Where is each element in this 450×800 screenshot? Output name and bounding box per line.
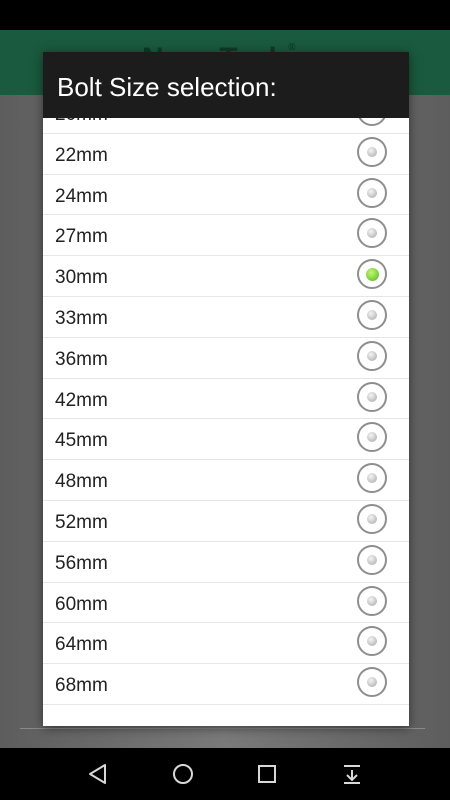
radio-unchecked-dot-icon bbox=[367, 554, 377, 565]
radio-button[interactable] bbox=[357, 503, 387, 534]
bolt-size-option-label: 30mm bbox=[55, 267, 108, 289]
radio-button[interactable] bbox=[357, 667, 387, 698]
radio-unchecked-dot-icon bbox=[367, 513, 377, 524]
bolt-size-option-row[interactable]: 48mm bbox=[43, 460, 409, 501]
radio-unchecked-dot-icon bbox=[367, 309, 377, 320]
bolt-size-dialog: Bolt Size selection: 20mm 22mm 24mm 27mm 30m… bbox=[43, 52, 409, 726]
navigation-bar bbox=[0, 748, 450, 800]
bolt-size-option-label: 52mm bbox=[55, 511, 108, 533]
bolt-size-option-list[interactable]: 20mm 22mm 24mm 27mm 30mm 33mm 36mm 42mm 45mm 48mm… bbox=[43, 118, 409, 726]
radio-button[interactable] bbox=[357, 118, 387, 126]
bolt-size-option-row[interactable]: 64mm bbox=[43, 623, 409, 665]
bolt-size-option-label: 56mm bbox=[55, 552, 108, 574]
bolt-size-option-row[interactable]: 27mm bbox=[43, 215, 409, 257]
back-button[interactable] bbox=[86, 762, 110, 786]
radio-unchecked-dot-icon bbox=[367, 595, 377, 606]
bolt-size-option-label: 45mm bbox=[55, 430, 108, 452]
bolt-size-option-row[interactable]: 68mm bbox=[43, 664, 409, 705]
bolt-size-option-row[interactable]: 30mm bbox=[43, 256, 409, 297]
radio-unchecked-dot-icon bbox=[367, 228, 377, 239]
back-triangle-icon bbox=[89, 764, 106, 784]
bolt-size-option-row[interactable]: 22mm bbox=[43, 134, 409, 175]
bolt-size-option-row[interactable]: 45mm bbox=[43, 419, 409, 461]
bolt-size-option-row[interactable]: 56mm bbox=[43, 542, 409, 583]
radio-unchecked-dot-icon bbox=[367, 350, 377, 361]
radio-button[interactable] bbox=[357, 422, 387, 453]
bolt-size-option-label: 36mm bbox=[55, 348, 108, 370]
bolt-size-option-label: 20mm bbox=[55, 118, 108, 126]
bolt-size-option-label: 48mm bbox=[55, 471, 108, 493]
radio-unchecked-dot-icon bbox=[367, 473, 377, 484]
notification-pull-button[interactable] bbox=[340, 762, 364, 786]
radio-button[interactable] bbox=[357, 340, 387, 371]
radio-checked-dot-icon bbox=[365, 267, 379, 281]
dialog-title: Bolt Size selection: bbox=[57, 72, 277, 102]
bolt-size-option-label: 64mm bbox=[55, 634, 108, 656]
bolt-size-option-label: 33mm bbox=[55, 307, 108, 329]
bolt-size-option-label: 60mm bbox=[55, 593, 108, 615]
radio-button-selected[interactable] bbox=[357, 259, 387, 290]
home-button[interactable] bbox=[171, 762, 195, 786]
recents-button[interactable] bbox=[255, 762, 279, 786]
app-divider bbox=[20, 728, 425, 729]
bolt-size-option-row[interactable]: 60mm bbox=[43, 583, 409, 624]
radio-button[interactable] bbox=[357, 299, 387, 330]
option-list-content: 20mm 22mm 24mm 27mm 30mm 33mm 36mm 42mm 45mm 48mm… bbox=[43, 118, 409, 705]
bolt-size-option-label: 22mm bbox=[55, 144, 108, 166]
bolt-size-option-row[interactable]: 36mm bbox=[43, 338, 409, 379]
home-circle-icon bbox=[173, 764, 193, 784]
bolt-size-option-row[interactable]: 52mm bbox=[43, 501, 409, 542]
radio-unchecked-dot-icon bbox=[367, 391, 377, 402]
radio-button[interactable] bbox=[357, 626, 387, 657]
bolt-size-option-label: 24mm bbox=[55, 185, 108, 207]
notification-pull-down-icon bbox=[344, 765, 360, 784]
radio-unchecked-dot-icon bbox=[367, 636, 377, 647]
bolt-size-option-row[interactable]: 33mm bbox=[43, 297, 409, 338]
dialog-title-bar: Bolt Size selection: bbox=[43, 52, 409, 118]
radio-unchecked-dot-icon bbox=[367, 677, 377, 688]
radio-button[interactable] bbox=[357, 381, 387, 412]
radio-button[interactable] bbox=[357, 218, 387, 249]
bolt-size-option-label: 27mm bbox=[55, 226, 108, 248]
status-bar bbox=[0, 0, 450, 30]
radio-unchecked-dot-icon bbox=[367, 432, 377, 443]
bolt-size-option-label: 68mm bbox=[55, 675, 108, 697]
radio-button[interactable] bbox=[357, 544, 387, 575]
radio-unchecked-dot-icon bbox=[367, 146, 377, 157]
recents-square-icon bbox=[258, 765, 276, 783]
bolt-size-option-row[interactable]: 24mm bbox=[43, 175, 409, 216]
radio-unchecked-dot-icon bbox=[367, 187, 377, 198]
radio-button[interactable] bbox=[357, 136, 387, 167]
bolt-size-option-row[interactable]: 20mm bbox=[43, 118, 409, 134]
radio-button[interactable] bbox=[357, 585, 387, 616]
bolt-size-option-row[interactable]: 42mm bbox=[43, 379, 409, 420]
radio-button[interactable] bbox=[357, 463, 387, 494]
bolt-size-option-label: 42mm bbox=[55, 389, 108, 411]
radio-button[interactable] bbox=[357, 177, 387, 208]
